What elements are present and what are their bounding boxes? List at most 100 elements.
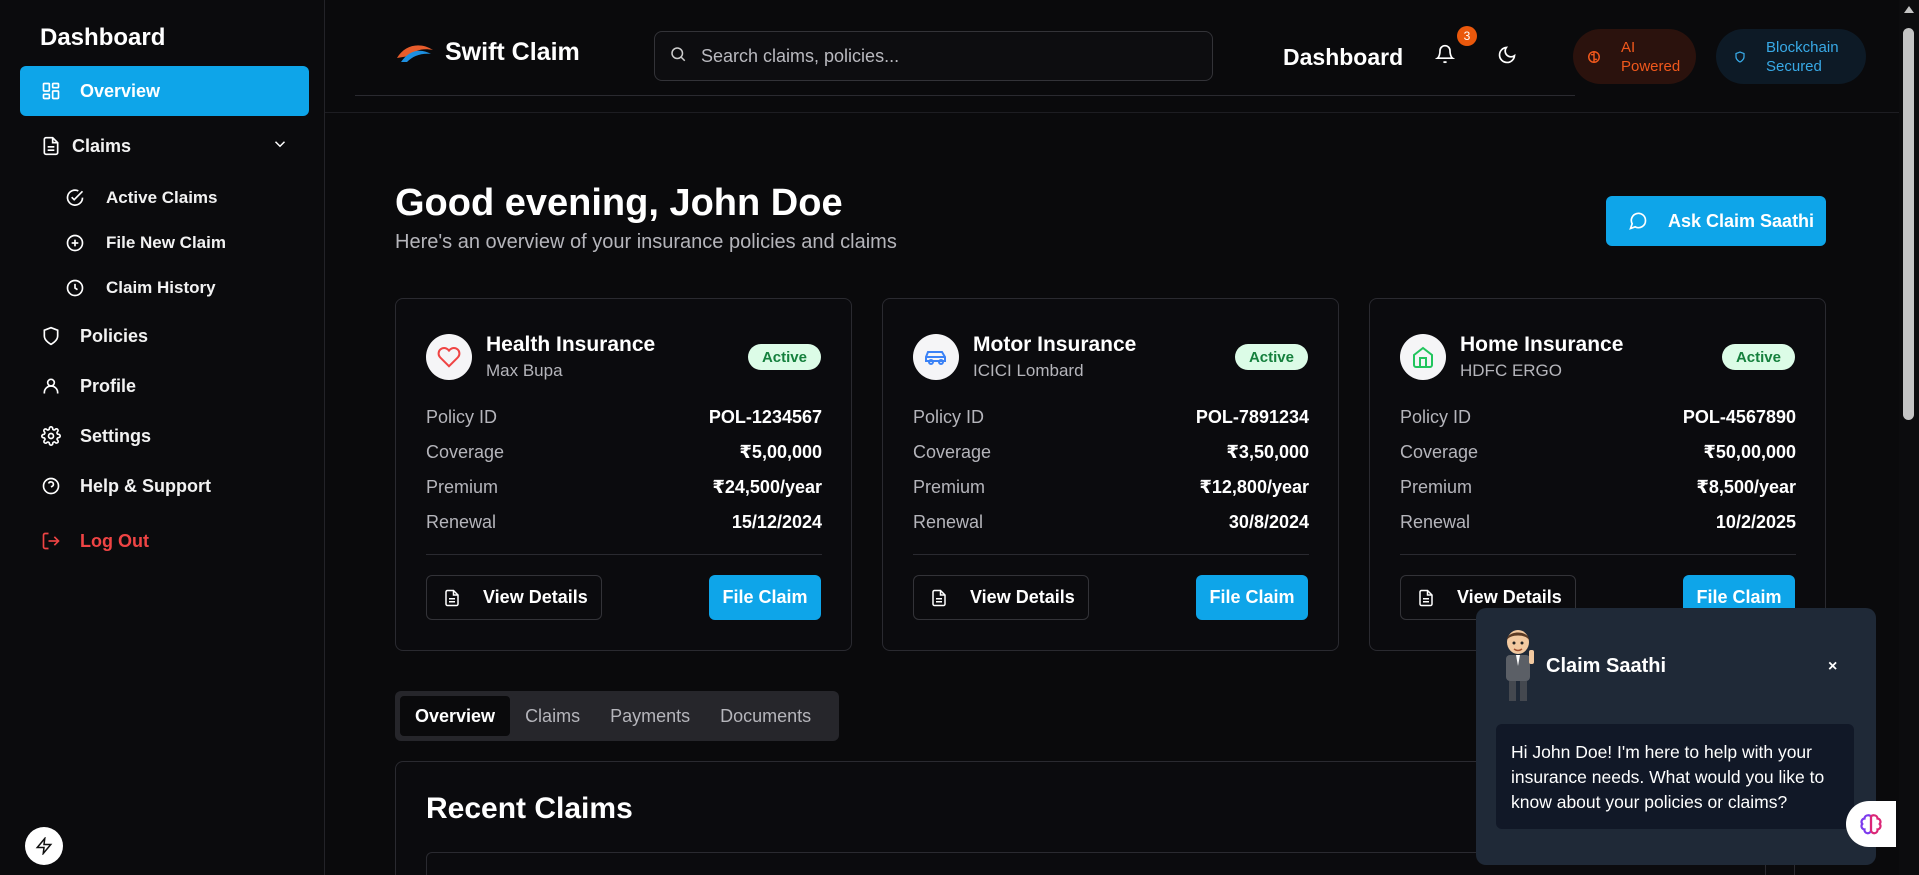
card-row-policy-id: Policy ID POL-7891234 <box>913 407 1309 428</box>
plus-circle-icon <box>64 232 86 254</box>
card-row-premium: Premium ₹8,500/year <box>1400 477 1796 498</box>
sidebar-item-label: Overview <box>80 80 161 101</box>
sidebar-item-settings[interactable]: Settings <box>20 411 309 461</box>
heart-icon <box>426 334 472 380</box>
bolt-icon[interactable] <box>25 827 63 865</box>
row-label: Coverage <box>1400 442 1479 462</box>
sidebar-item-label: Active Claims <box>106 188 218 207</box>
car-icon <box>913 334 959 380</box>
view-details-button[interactable]: View Details <box>426 575 602 620</box>
sidebar-item-label: Claims <box>72 135 132 156</box>
chat-message: Hi John Doe! I'm here to help with your … <box>1496 724 1854 829</box>
sidebar-item-label: Claim History <box>106 278 216 297</box>
card-row-renewal: Renewal 10/2/2025 <box>1400 512 1796 533</box>
chat-widget: Claim Saathi × Hi John Doe! I'm here to … <box>1476 608 1876 865</box>
file-claim-button[interactable]: File Claim <box>709 575 821 620</box>
row-label: Coverage <box>913 442 992 462</box>
card-row-renewal: Renewal 15/12/2024 <box>426 512 822 533</box>
row-value: POL-1234567 <box>708 407 822 427</box>
sidebar-item-label: Policies <box>80 325 149 346</box>
close-icon[interactable]: × <box>1828 658 1837 676</box>
search-icon <box>669 45 687 68</box>
brand[interactable]: Swift Claim <box>395 38 580 67</box>
clock-icon <box>64 277 86 299</box>
sidebar: Dashboard Overview Claims Active Claims … <box>0 0 325 875</box>
card-row-coverage: Coverage ₹50,00,000 <box>1400 442 1796 463</box>
row-label: Renewal <box>913 512 984 532</box>
sidebar-title: Dashboard <box>40 24 166 51</box>
search-bar[interactable] <box>654 31 1213 81</box>
sidebar-item-active-claims[interactable]: Active Claims <box>64 180 218 216</box>
sidebar-item-claims[interactable]: Claims <box>20 121 309 171</box>
card-row-premium: Premium ₹24,500/year <box>426 477 822 498</box>
card-divider <box>1400 554 1796 555</box>
policy-card-health: Health Insurance Max Bupa Active Policy … <box>395 298 852 651</box>
chevron-down-icon[interactable] <box>271 135 289 158</box>
sidebar-item-claim-history[interactable]: Claim History <box>64 270 216 306</box>
logout-icon <box>40 530 62 552</box>
scroll-up-arrow-icon[interactable] <box>1904 6 1914 13</box>
row-label: Premium <box>1400 477 1473 497</box>
ai-pill-line2: Powered <box>1621 57 1681 75</box>
bc-pill-line2: Secured <box>1766 57 1822 75</box>
sidebar-item-overview[interactable]: Overview <box>20 66 309 116</box>
search-input[interactable] <box>701 45 1181 67</box>
card-provider: Max Bupa <box>486 361 563 380</box>
row-value: POL-7891234 <box>1195 407 1309 427</box>
policy-card-home: Home Insurance HDFC ERGO Active Policy I… <box>1369 298 1826 651</box>
tab-claims[interactable]: Claims <box>510 696 595 736</box>
sidebar-item-profile[interactable]: Profile <box>20 361 309 411</box>
bc-pill-line1: Blockchain <box>1766 38 1839 56</box>
grid-icon <box>40 80 62 102</box>
row-label: Renewal <box>1400 512 1471 532</box>
row-value: 15/12/2024 <box>731 512 822 532</box>
view-details-button[interactable]: View Details <box>913 575 1089 620</box>
ask-claim-saathi-button[interactable]: Ask Claim Saathi <box>1606 196 1826 246</box>
card-provider: ICICI Lombard <box>973 361 1084 380</box>
button-label: View Details <box>970 587 1075 607</box>
brand-name: Swift Claim <box>445 38 580 66</box>
tab-documents[interactable]: Documents <box>705 696 826 736</box>
brain-icon[interactable] <box>1846 801 1896 847</box>
row-value: 30/8/2024 <box>1228 512 1309 532</box>
document-icon <box>445 589 459 606</box>
tab-bar: Overview Claims Payments Documents <box>395 691 839 741</box>
scrollbar-thumb[interactable] <box>1903 28 1914 420</box>
tab-payments[interactable]: Payments <box>595 696 705 736</box>
card-divider <box>913 554 1309 555</box>
card-divider <box>426 554 822 555</box>
sidebar-item-label: Profile <box>80 375 137 396</box>
document-icon <box>1419 589 1433 606</box>
card-row-premium: Premium ₹12,800/year <box>913 477 1309 498</box>
document-icon <box>40 135 62 157</box>
help-circle-icon <box>40 475 62 497</box>
sidebar-item-label: Settings <box>80 425 152 446</box>
user-icon <box>40 375 62 397</box>
home-icon <box>1400 334 1446 380</box>
row-value: ₹8,500/year <box>1696 477 1796 497</box>
button-label: View Details <box>1457 587 1562 607</box>
card-provider: HDFC ERGO <box>1460 361 1562 380</box>
card-row-policy-id: Policy ID POL-4567890 <box>1400 407 1796 428</box>
row-value: ₹12,800/year <box>1199 477 1309 497</box>
row-label: Premium <box>426 477 499 497</box>
chat-title: Claim Saathi <box>1546 655 1667 677</box>
card-row-renewal: Renewal 30/8/2024 <box>913 512 1309 533</box>
sidebar-item-file-new-claim[interactable]: File New Claim <box>64 225 226 261</box>
file-claim-button[interactable]: File Claim <box>1196 575 1308 620</box>
moon-icon[interactable] <box>1497 45 1517 70</box>
blockchain-secured-badge: Blockchain Secured <box>1716 29 1866 84</box>
sidebar-item-help[interactable]: Help & Support <box>20 461 309 511</box>
sidebar-item-logout[interactable]: Log Out <box>20 516 309 566</box>
bell-icon[interactable] <box>1434 44 1456 69</box>
row-value: 10/2/2025 <box>1715 512 1796 532</box>
policy-card-motor: Motor Insurance ICICI Lombard Active Pol… <box>882 298 1339 651</box>
row-label: Premium <box>913 477 986 497</box>
tab-overview[interactable]: Overview <box>400 696 511 736</box>
row-value: ₹3,50,000 <box>1226 442 1309 462</box>
card-row-coverage: Coverage ₹5,00,000 <box>426 442 822 463</box>
sidebar-item-policies[interactable]: Policies <box>20 311 309 361</box>
sidebar-item-label: File New Claim <box>106 233 226 252</box>
row-value: POL-4567890 <box>1682 407 1796 427</box>
status-badge: Active <box>1721 344 1795 370</box>
